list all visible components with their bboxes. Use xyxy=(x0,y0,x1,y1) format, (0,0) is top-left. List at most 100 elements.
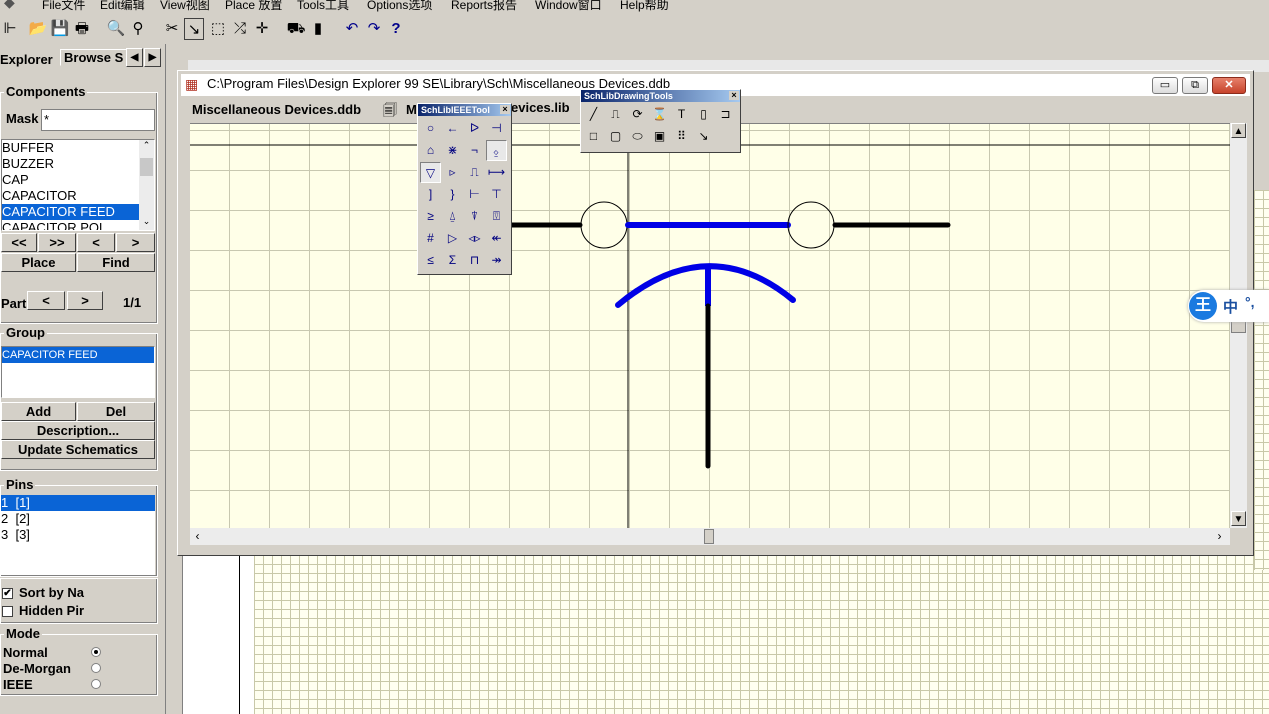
ieee-symbol-icon[interactable]: ○ xyxy=(420,118,441,139)
print-icon[interactable]: 🖶 xyxy=(72,18,92,40)
drawing-tool-icon[interactable]: T xyxy=(671,104,692,125)
drawing-tool-icon[interactable]: ↘ xyxy=(693,126,714,147)
next-button[interactable]: > xyxy=(116,233,155,252)
ieee-symbol-icon[interactable]: ▽ xyxy=(420,162,441,183)
drawing-tool-icon[interactable]: ╱ xyxy=(583,104,604,125)
first-button[interactable]: << xyxy=(1,233,37,252)
menu-item[interactable]: Reports报告 xyxy=(451,0,517,12)
menu-item[interactable]: View视图 xyxy=(160,0,210,12)
scroll-down-icon[interactable]: ⌄ xyxy=(139,216,154,230)
ieee-symbol-icon[interactable]: ⍔ xyxy=(486,206,507,227)
add-button[interactable]: Add xyxy=(1,402,76,421)
radio-icon[interactable] xyxy=(91,647,101,657)
drawing-tool-icon[interactable]: □ xyxy=(583,126,604,147)
tab-scroll-left-button[interactable]: ◀ xyxy=(126,48,143,67)
close-icon[interactable]: × xyxy=(729,91,739,100)
drawing-tool-icon[interactable]: ▣ xyxy=(649,126,670,147)
component-icon[interactable]: ▮ xyxy=(308,18,328,40)
ieee-symbol-icon[interactable]: ≤ xyxy=(420,250,441,271)
ieee-symbol-icon[interactable]: ↠ xyxy=(486,250,507,271)
schematic-canvas[interactable] xyxy=(190,123,1230,528)
menu-item[interactable]: File文件 xyxy=(42,0,85,12)
ieee-symbol-icon[interactable]: ⍙ xyxy=(442,206,463,227)
horizontal-scroll-thumb[interactable] xyxy=(704,529,714,544)
drawing-tool-icon[interactable]: ⠿ xyxy=(671,126,692,147)
component-list-item[interactable]: CAPACITOR xyxy=(2,188,154,204)
ime-language[interactable]: 中 xyxy=(1223,296,1238,317)
scroll-up-icon[interactable]: ▲ xyxy=(1231,123,1246,138)
ieee-symbol-icon[interactable]: ⍚ xyxy=(486,140,507,161)
close-icon[interactable]: × xyxy=(500,105,510,114)
drawing-toolbar[interactable]: SchLibDrawingTools × ╱ ⎍ ⟳ ⌛ T ▯ ⊐ □ ▢ ⬭ ▣ ⠿ ↘ xyxy=(580,89,741,153)
scroll-right-icon[interactable]: › xyxy=(1212,528,1227,545)
close-button[interactable]: ✕ xyxy=(1212,77,1246,94)
ime-widget[interactable]: 王 中 °, xyxy=(1188,290,1269,322)
save-icon[interactable]: 💾 xyxy=(50,18,70,40)
library-icon[interactable]: ⛟ xyxy=(286,18,306,40)
tab-lib-suffix[interactable]: evices.lib xyxy=(511,100,570,115)
ieee-symbol-icon[interactable]: ▷ xyxy=(442,228,463,249)
select-area-icon[interactable]: ⬚ xyxy=(208,18,228,40)
drawing-tool-icon[interactable]: ⊐ xyxy=(715,104,736,125)
components-list[interactable]: BUFFER BUZZER CAP CAPACITOR CAPACITOR FEED CA… xyxy=(1,139,155,231)
ieee-symbol-icon[interactable]: ⌂ xyxy=(420,140,441,161)
ieee-symbol-icon[interactable]: ⊓ xyxy=(464,250,485,271)
radio-icon[interactable] xyxy=(91,663,101,673)
place-button[interactable]: Place xyxy=(1,253,76,272)
pins-list[interactable]: 1 [1] 2 [2] 3 [3] xyxy=(1,495,155,575)
ieee-symbol-icon[interactable]: ⋇ xyxy=(442,140,463,161)
drawing-tool-icon[interactable]: ⟳ xyxy=(627,104,648,125)
tab-explorer[interactable]: Explorer xyxy=(0,52,53,67)
ieee-symbol-icon[interactable]: ⎍ xyxy=(464,162,485,183)
component-list-item[interactable]: CAPACITOR POL xyxy=(2,220,154,230)
tab-scroll-right-button[interactable]: ▶ xyxy=(144,48,161,67)
hidden-pins-checkbox[interactable]: Hidden Pir xyxy=(2,603,84,618)
app-menu-icon[interactable]: ◆ xyxy=(4,0,15,11)
ieee-symbol-icon[interactable]: Σ xyxy=(442,250,463,271)
ieee-symbol-icon[interactable]: ▹ xyxy=(442,162,463,183)
ieee-symbol-icon[interactable]: ⍒ xyxy=(464,206,485,227)
drawing-tool-icon[interactable]: ▢ xyxy=(605,126,626,147)
cut-icon[interactable]: ✂ xyxy=(162,18,182,40)
undo-icon[interactable]: ↶ xyxy=(342,18,362,40)
group-list-item[interactable]: CAPACITOR FEED xyxy=(2,347,154,363)
pin-list-item[interactable]: 1 [1] xyxy=(1,495,155,511)
find-button[interactable]: Find xyxy=(77,253,155,272)
description-button[interactable]: Description... xyxy=(1,421,155,440)
zoom-in-icon[interactable]: 🔍 xyxy=(106,18,126,40)
draw-line-icon[interactable]: ↘ xyxy=(184,18,204,40)
help-icon[interactable]: ? xyxy=(386,18,406,40)
radio-icon[interactable] xyxy=(91,679,101,689)
mode-option[interactable]: De-Morgan xyxy=(3,661,153,677)
ieee-symbol-icon[interactable]: } xyxy=(442,184,463,205)
update-schematics-button[interactable]: Update Schematics xyxy=(1,440,155,459)
pin-list-item[interactable]: 3 [3] xyxy=(1,527,155,543)
ieee-symbol-icon[interactable]: ⊤ xyxy=(486,184,507,205)
menu-item[interactable]: Help帮助 xyxy=(620,0,669,12)
open-folder-icon[interactable]: 📂 xyxy=(28,18,48,40)
ieee-toolbar[interactable]: SchLibIEEETool × ○ ← ᐅ ⊣ ⌂ ⋇ ¬ ⍚ ▽ ▹ ⎍ ⟼]} ⊢ ⊤ ≥ ⍙ ⍒ ⍔ # ▷ ◃▹… xyxy=(417,103,512,275)
part-next-button[interactable]: > xyxy=(67,291,103,310)
ieee-symbol-icon[interactable]: ⊣ xyxy=(486,118,507,139)
components-scrollbar[interactable]: ⌃ ⌄ xyxy=(139,140,154,230)
minimize-button[interactable]: ▭ xyxy=(1152,77,1178,94)
scroll-down-icon[interactable]: ▼ xyxy=(1231,511,1246,526)
component-list-item[interactable]: CAPACITOR FEED xyxy=(2,204,154,220)
sort-by-name-checkbox[interactable]: ✔ Sort by Na xyxy=(2,585,84,600)
tab-lib-prefix[interactable]: M xyxy=(406,102,417,117)
ieee-symbol-icon[interactable]: # xyxy=(420,228,441,249)
ieee-symbol-icon[interactable]: ↞ xyxy=(486,228,507,249)
mode-option[interactable]: IEEE xyxy=(3,677,153,693)
ieee-symbol-icon[interactable]: ← xyxy=(442,118,463,139)
ieee-symbol-icon[interactable]: ¬ xyxy=(464,140,485,161)
part-prev-button[interactable]: < xyxy=(27,291,65,310)
ieee-symbol-icon[interactable]: ◃▹ xyxy=(464,228,485,249)
mode-option[interactable]: Normal xyxy=(3,645,153,661)
component-list-item[interactable]: BUZZER xyxy=(2,156,154,172)
tab-browse[interactable]: Browse S xyxy=(60,49,128,66)
ieee-symbol-icon[interactable]: ≥ xyxy=(420,206,441,227)
ieee-symbol-icon[interactable]: ᐅ xyxy=(464,118,485,139)
horizontal-scrollbar[interactable]: ‹ › xyxy=(190,528,1230,545)
ieee-symbol-icon[interactable]: ⊢ xyxy=(464,184,485,205)
menu-item[interactable]: Window窗口 xyxy=(535,0,602,12)
